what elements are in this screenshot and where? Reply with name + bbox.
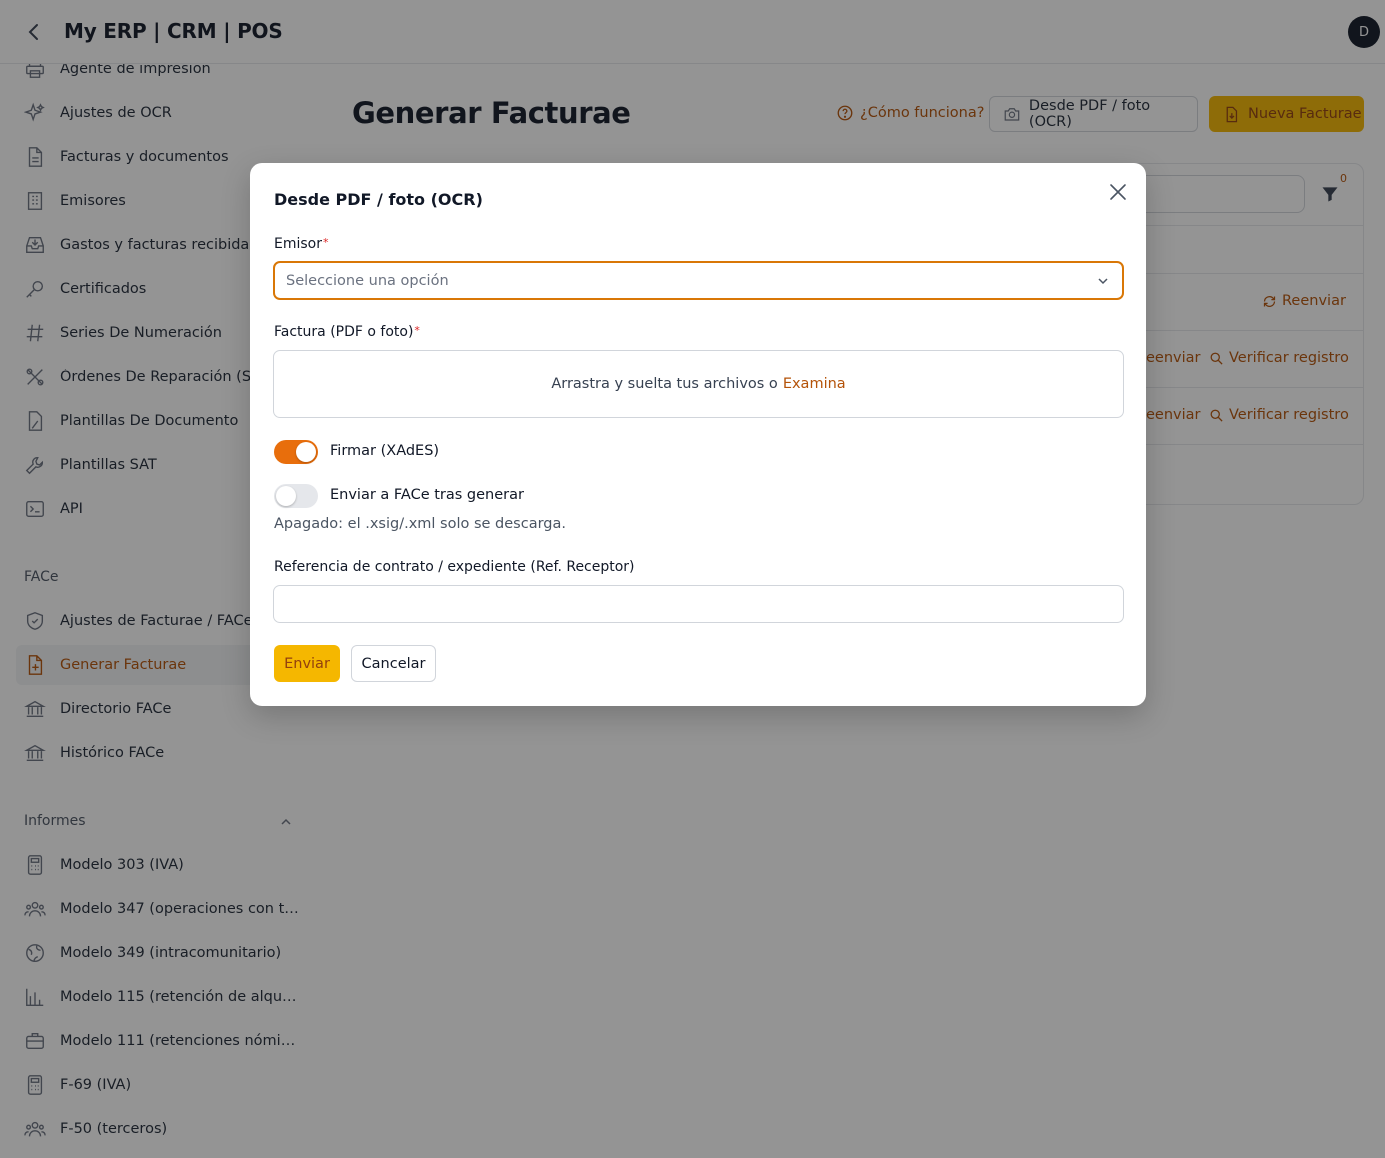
factura-label: Factura (PDF o foto)* <box>274 324 420 340</box>
sign-xades-label: Firmar (XAdES) <box>330 443 440 459</box>
toggle-knob <box>276 486 296 506</box>
contract-ref-label: Referencia de contrato / expediente (Ref… <box>274 559 635 575</box>
contract-ref-input[interactable] <box>273 585 1124 623</box>
submit-button[interactable]: Enviar <box>274 645 340 682</box>
cancel-button[interactable]: Cancelar <box>351 645 436 682</box>
required-mark: * <box>323 236 329 249</box>
file-dropzone[interactable]: Arrastra y suelta tus archivos o Examina <box>273 350 1124 418</box>
send-face-label: Enviar a FACe tras generar <box>330 487 524 503</box>
required-mark: * <box>414 324 420 337</box>
send-face-toggle[interactable] <box>274 484 318 508</box>
close-icon[interactable] <box>1108 182 1128 202</box>
dropzone-text: Arrastra y suelta tus archivos o <box>551 376 778 392</box>
send-face-hint: Apagado: el .xsig/.xml solo se descarga. <box>274 516 567 532</box>
toggle-knob <box>296 442 316 462</box>
browse-link[interactable]: Examina <box>783 376 846 392</box>
sign-xades-toggle[interactable] <box>274 440 318 464</box>
factura-label-text: Factura (PDF o foto) <box>274 324 414 340</box>
modal-title: Desde PDF / foto (OCR) <box>274 190 483 209</box>
emisor-label: Emisor* <box>274 236 329 252</box>
emisor-label-text: Emisor <box>274 236 322 252</box>
ocr-modal: Desde PDF / foto (OCR) Emisor* Seleccion… <box>250 163 1146 706</box>
chevron-down-icon <box>1098 278 1108 285</box>
emisor-select[interactable]: Seleccione una opción <box>273 261 1124 300</box>
emisor-select-placeholder: Seleccione una opción <box>286 272 449 289</box>
